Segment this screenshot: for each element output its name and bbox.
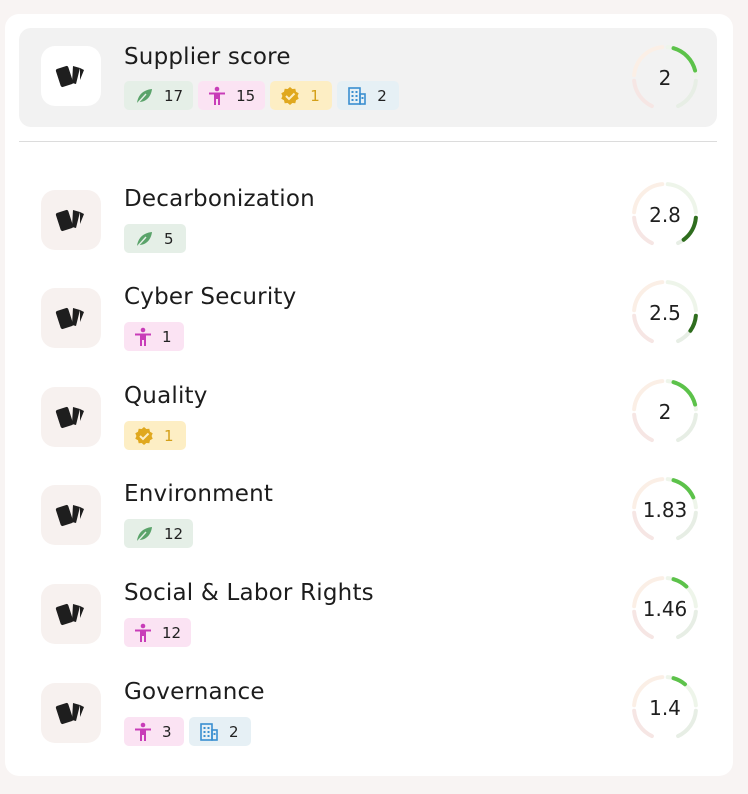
chip-count: 17 [164,86,184,105]
category-title: Environment [124,481,274,507]
cards-icon-box [41,46,101,106]
category-chip-qua: 1 [124,421,186,450]
category-title: Cyber Security [124,284,297,310]
cards-icon [55,702,84,725]
chip-count: 5 [164,229,174,248]
chip-count: 2 [377,86,387,105]
chip-count: 3 [162,722,172,741]
category-chips: 5 [124,224,186,253]
badge-check-icon [134,426,154,446]
chip-count: 2 [229,722,239,741]
supplier-score-card: Supplier score 17 15 1 2 2 Decarbonization 5… [5,14,733,776]
category-chip-soc: 12 [124,618,192,647]
summary-chips: 17 15 1 2 [124,81,400,110]
category-score-value: 2.5 [649,301,681,325]
building-icon [199,722,219,742]
category-score-value: 1.4 [649,696,681,720]
category-row[interactable]: Quality 1 2 [19,372,717,456]
category-title: Governance [124,679,265,705]
category-score-gauge: 2.5 [629,277,701,349]
category-row[interactable]: Social & Labor Rights 12 1.46 [19,569,717,653]
category-chip-env: 17 [124,81,194,110]
summary-title: Supplier score [124,44,291,70]
category-chip-gov: 2 [189,717,251,746]
chip-count: 12 [164,524,184,543]
category-chip-soc: 1 [124,322,184,351]
person-icon [134,623,152,643]
category-row[interactable]: Governance 3 2 1.4 [19,668,717,752]
cards-icon [55,209,84,232]
chip-count: 12 [162,623,182,642]
category-chips: 1 [124,322,184,351]
summary-score-gauge: 2 [629,42,701,114]
cards-icon-box [41,288,101,348]
summary-score-value: 2 [658,66,672,90]
category-score-value: 2.8 [649,203,681,227]
category-score-gauge: 1.46 [629,573,701,645]
chip-count: 15 [236,86,256,105]
leaf-icon [134,524,154,544]
category-score-value: 2 [658,400,672,424]
cards-icon-box [41,485,101,545]
category-score-gauge: 2.8 [629,179,701,251]
category-title: Decarbonization [124,186,315,212]
category-chip-gov: 2 [337,81,400,110]
leaf-icon [134,229,154,249]
category-score-value: 1.46 [642,597,688,621]
cards-icon [55,504,84,527]
category-chips: 32 [124,717,251,746]
category-chip-env: 12 [124,519,194,548]
category-score-value: 1.83 [642,498,688,522]
category-chips: 12 [124,519,194,548]
chip-count: 1 [164,426,174,445]
person-icon [134,327,152,347]
cards-icon [55,406,84,429]
chip-count: 1 [162,327,172,346]
supplier-score-summary[interactable]: Supplier score 17 15 1 2 2 [19,28,717,127]
category-title: Quality [124,383,208,409]
category-score-gauge: 1.4 [629,672,701,744]
category-score-gauge: 1.83 [629,474,701,546]
cards-icon-box [41,387,101,447]
category-chip-soc: 3 [124,717,184,746]
cards-icon [55,65,84,88]
building-icon [347,86,367,106]
person-icon [208,86,226,106]
category-chip-qua: 1 [270,81,333,110]
leaf-icon [134,86,154,106]
category-row[interactable]: Cyber Security 1 2.5 [19,273,717,357]
cards-icon-box [41,683,101,743]
person-icon [134,722,152,742]
category-chips: 1 [124,421,186,450]
cards-icon [55,603,84,626]
divider [19,141,717,142]
chip-count: 1 [310,86,320,105]
category-row[interactable]: Decarbonization 5 2.8 [19,175,717,259]
category-score-gauge: 2 [629,376,701,448]
category-chip-env: 5 [124,224,186,253]
badge-check-icon [280,86,300,106]
cards-icon [55,307,84,330]
category-chip-soc: 15 [198,81,266,110]
cards-icon-box [41,584,101,644]
cards-icon-box [41,190,101,250]
category-chips: 12 [124,618,192,647]
category-row[interactable]: Environment 12 1.83 [19,470,717,554]
category-title: Social & Labor Rights [124,580,374,606]
